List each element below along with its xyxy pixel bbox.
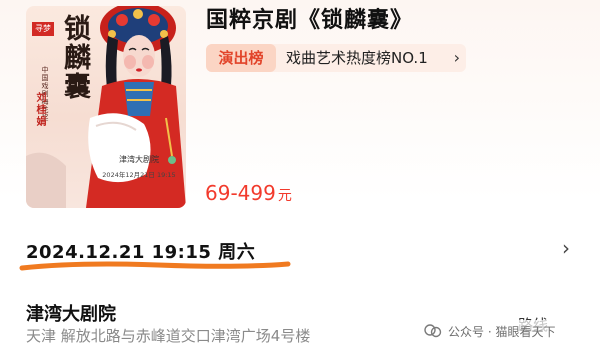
ranking-banner[interactable]: 演出榜 戏曲艺术热度榜NO.1 › <box>206 44 466 72</box>
show-title: 国粹京剧《锁麟囊》 <box>206 8 414 33</box>
watermark-text: 公众号 · 猫眼看天下 <box>448 324 556 339</box>
show-poster[interactable]: 寻梦 锁麟囊 中国戏剧梅花奖 刘桂娟 津湾大剧院 2024年12月21日 19:… <box>26 6 186 208</box>
venue-address: 天津 解放北路与赤峰道交口津湾广场4号楼 <box>26 327 311 345</box>
chevron-right-icon: › <box>453 48 460 67</box>
ranking-badge: 演出榜 <box>206 44 276 72</box>
ranking-text: 戏曲艺术热度榜NO.1 <box>286 49 428 67</box>
session-chevron-right-icon[interactable]: › <box>562 236 570 260</box>
price-value: 69-499 <box>205 181 276 205</box>
price-range: 69-499 元 <box>205 181 292 205</box>
poster-datetime: 2024年12月21日 19:15 <box>102 171 176 179</box>
watermark: 公众号 · 猫眼看天下 <box>416 320 564 342</box>
price-unit: 元 <box>277 188 292 204</box>
poster-performer: 刘桂娟 <box>34 92 45 128</box>
venue-name[interactable]: 津湾大剧院 <box>26 300 116 326</box>
poster-venue: 津湾大剧院 <box>119 155 159 164</box>
poster-seal: 寻梦 <box>32 22 54 36</box>
wechat-official-account-icon <box>424 324 442 338</box>
highlight-underline <box>19 261 291 271</box>
poster-title: 锁麟囊 <box>59 14 90 101</box>
